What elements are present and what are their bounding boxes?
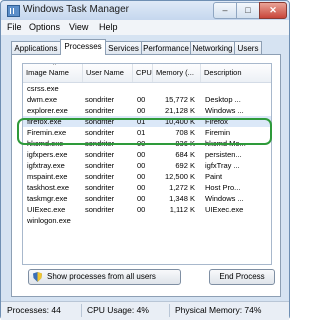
process-name: dwm.exe [27,95,58,104]
process-cpu: 00 [137,183,146,192]
process-memory: 1,272 K [169,183,195,192]
process-memory: 15,772 K [164,95,195,104]
process-user: sondriter [85,95,115,104]
process-row[interactable]: UIExec.exe sondriter 00 1,112 K UIExec.exe [23,204,271,215]
task-manager-icon [7,5,20,17]
status-divider [169,304,170,317]
processes-panel: ^ Image Name User Name CPU Memory (... D… [11,54,281,297]
tab-strip: Applications Processes Services Performa… [11,39,281,55]
process-name: winlogon.exe [27,216,71,225]
process-user: sondriter [85,172,115,181]
process-name: igfxpers.exe [27,150,68,159]
process-cpu: 00 [137,172,146,181]
process-row[interactable]: igfxtray.exe sondriter 00 692 K igfxTray ... [23,160,271,171]
menu-view[interactable]: View [69,22,88,32]
process-description: Desktop ... [205,95,241,104]
title-bar: Windows Task Manager – □ ✕ [1,1,289,20]
process-name: igfxtray.exe [27,161,65,170]
column-description[interactable]: Description [201,64,271,82]
process-memory: 12,500 K [164,172,195,181]
process-memory: 1,348 K [169,194,195,203]
process-name: explorer.exe [27,106,68,115]
tab-users[interactable]: Users [234,41,262,54]
process-description: Paint [205,172,223,181]
highlight-annotation [17,118,272,145]
process-name: taskhost.exe [27,183,70,192]
process-list[interactable]: ^ Image Name User Name CPU Memory (... D… [22,63,272,265]
process-memory: 684 K [175,150,195,159]
menu-file[interactable]: File [7,22,22,32]
process-row[interactable]: mspaint.exe sondriter 00 12,500 K Paint [23,171,271,182]
process-memory: 21,128 K [164,106,195,115]
process-cpu: 00 [137,161,146,170]
process-cpu: 00 [137,205,146,214]
status-divider [81,304,82,317]
process-name: UIExec.exe [27,205,66,214]
tab-performance[interactable]: Performance [141,41,191,54]
process-description: Windows ... [205,106,244,115]
sort-up-icon: ^ [53,63,56,69]
process-name: mspaint.exe [27,172,68,181]
process-row[interactable]: csrss.exe [23,83,271,94]
process-description: Windows ... [205,194,244,203]
process-row[interactable]: winlogon.exe [23,215,271,226]
process-row[interactable]: explorer.exe sondriter 00 21,128 K Windows .… [23,105,271,116]
process-name: csrss.exe [27,84,59,93]
maximize-button[interactable]: □ [236,2,260,19]
show-all-users-label: Show processes from all users [47,272,156,281]
column-image-name[interactable]: ^ Image Name [23,64,83,82]
status-cpu-usage: CPU Usage: 4% [87,305,149,315]
menu-help[interactable]: Help [99,22,118,32]
status-processes: Processes: 44 [7,305,61,315]
status-bar: Processes: 44 CPU Usage: 4% Physical Mem… [1,301,289,320]
minimize-button[interactable]: – [213,2,237,19]
process-user: sondriter [85,150,115,159]
process-user: sondriter [85,161,115,170]
show-all-users-button[interactable]: Show processes from all users [28,269,181,285]
process-cpu: 00 [137,106,146,115]
column-memory[interactable]: Memory (... [153,64,201,82]
process-row[interactable]: taskmgr.exe sondriter 00 1,348 K Windows ... [23,193,271,204]
tab-processes[interactable]: Processes [60,39,106,55]
process-name: taskmgr.exe [27,194,68,203]
tab-applications[interactable]: Applications [11,41,61,54]
column-header-row: ^ Image Name User Name CPU Memory (... D… [23,64,271,83]
process-user: sondriter [85,194,115,203]
window-title: Windows Task Manager [23,4,129,15]
process-cpu: 00 [137,95,146,104]
process-description: igfxTray ... [205,161,240,170]
tab-services[interactable]: Services [105,41,142,54]
process-user: sondriter [85,106,115,115]
process-user: sondriter [85,205,115,214]
process-cpu: 00 [137,194,146,203]
process-description: persisten... [205,150,242,159]
column-user-name[interactable]: User Name [83,64,133,82]
end-process-button[interactable]: End Process [209,269,275,285]
process-description: UIExec.exe [205,205,244,214]
process-user: sondriter [85,183,115,192]
column-image-name-label: Image Name [26,68,69,77]
process-memory: 692 K [175,161,195,170]
tab-networking[interactable]: Networking [190,41,235,54]
process-row[interactable]: dwm.exe sondriter 00 15,772 K Desktop ... [23,94,271,105]
process-cpu: 00 [137,150,146,159]
process-memory: 1,112 K [169,205,195,214]
task-manager-window: Windows Task Manager – □ ✕ File Options … [0,0,290,320]
status-physical-memory: Physical Memory: 74% [175,305,262,315]
process-row[interactable]: igfxpers.exe sondriter 00 684 K persisten... [23,149,271,160]
process-row[interactable]: taskhost.exe sondriter 00 1,272 K Host Pro..… [23,182,271,193]
process-description: Host Pro... [205,183,241,192]
menu-options[interactable]: Options [29,22,60,32]
close-button[interactable]: ✕ [259,2,287,19]
shield-icon [33,272,42,282]
column-cpu[interactable]: CPU [133,64,153,82]
menu-bar: File Options View Help [1,20,289,35]
